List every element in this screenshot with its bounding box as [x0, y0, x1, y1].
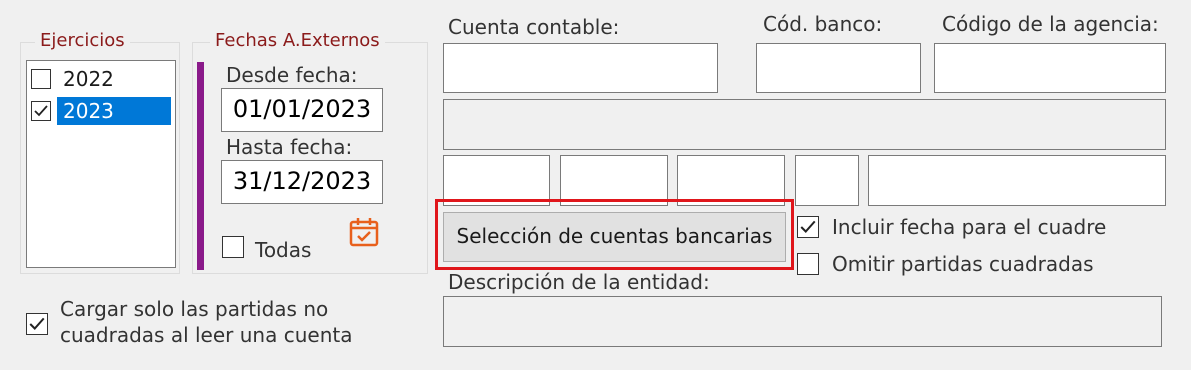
checkmark-icon	[34, 105, 48, 117]
cuenta-contable-input[interactable]	[443, 43, 718, 93]
account-segment-5-input[interactable]	[868, 155, 1166, 206]
ejercicios-list[interactable]: 2022 2023	[26, 60, 176, 268]
descripcion-field	[443, 296, 1162, 347]
checkmark-icon	[29, 317, 45, 330]
cargar-checkbox[interactable]	[26, 313, 48, 335]
account-segment-4-input[interactable]	[795, 155, 859, 206]
descripcion-label: Descripción de la entidad:	[448, 270, 710, 294]
hasta-fecha-input[interactable]: 31/12/2023	[221, 160, 383, 204]
cuenta-contable-label: Cuenta contable:	[448, 15, 620, 39]
fechas-legend: Fechas A.Externos	[210, 30, 385, 52]
todas-label: Todas	[255, 238, 312, 262]
checkmark-icon	[800, 220, 816, 233]
ejercicios-legend: Ejercicios	[35, 30, 130, 52]
desde-fecha-label: Desde fecha:	[226, 63, 358, 87]
hasta-fecha-label: Hasta fecha:	[226, 135, 353, 159]
accent-bar	[197, 62, 204, 270]
list-item-label: 2022	[63, 67, 114, 91]
seleccion-cuentas-button[interactable]: Selección de cuentas bancarias	[443, 212, 786, 262]
omitir-partidas-checkbox[interactable]	[797, 253, 819, 275]
calendar-icon[interactable]	[348, 216, 380, 248]
checkbox-2023[interactable]	[31, 101, 51, 121]
cargar-label-line1: Cargar solo las partidas no	[60, 297, 329, 321]
cod-banco-label: Cód. banco:	[763, 12, 883, 36]
incluir-fecha-checkbox[interactable]	[797, 216, 819, 238]
entity-name-field	[443, 99, 1166, 150]
omitir-partidas-label: Omitir partidas cuadradas	[832, 252, 1094, 276]
incluir-fecha-label: Incluir fecha para el cuadre	[832, 215, 1107, 239]
codigo-agencia-label: Código de la agencia:	[942, 12, 1159, 36]
list-item-2022[interactable]: 2022	[29, 65, 171, 93]
list-item-2023[interactable]: 2023	[29, 97, 171, 125]
desde-fecha-input[interactable]: 01/01/2023	[221, 88, 383, 132]
cod-banco-input[interactable]	[756, 43, 921, 93]
list-item-label: 2023	[57, 97, 171, 125]
cargar-label-line2: cuadradas al leer una cuenta	[60, 323, 353, 347]
codigo-agencia-input[interactable]	[934, 43, 1166, 93]
todas-checkbox[interactable]	[222, 236, 244, 258]
checkbox-2022[interactable]	[31, 69, 51, 89]
